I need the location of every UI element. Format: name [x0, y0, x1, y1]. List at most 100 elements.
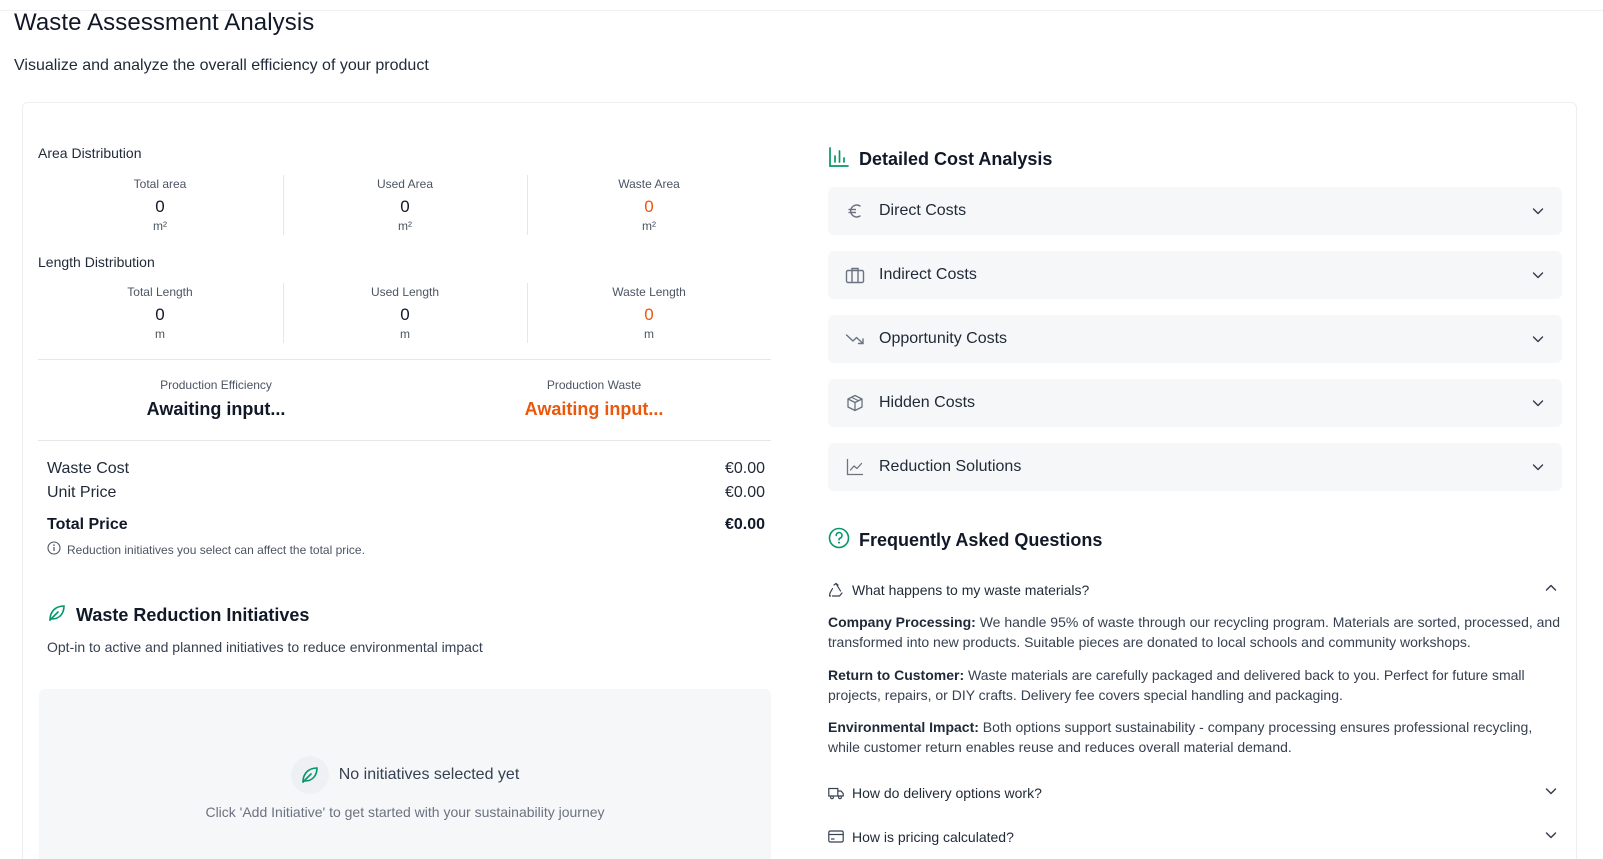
- faq-question-waste-materials[interactable]: What happens to my waste materials?: [828, 581, 1558, 598]
- chevron-down-icon: [1530, 267, 1546, 283]
- credit-card-icon: [828, 829, 844, 845]
- waste-cost-label: Waste Cost: [47, 460, 130, 477]
- used-area-metric: Used Area 0 m²: [283, 177, 527, 233]
- chevron-up-icon: [1544, 581, 1558, 598]
- total-price-row: Total Price €0.00: [47, 516, 765, 534]
- metric-value: 0: [644, 305, 654, 324]
- answer-bold: Return to Customer:: [828, 667, 965, 683]
- faq-answer-company-processing: Company Processing: We handle 95% of was…: [828, 612, 1563, 652]
- metric-label: Total area: [133, 177, 187, 191]
- waste-cost-row: Waste Cost €0.00: [47, 460, 765, 478]
- divider: [38, 359, 771, 360]
- faq-title: Frequently Asked Questions: [859, 530, 1103, 550]
- metric-value: 0: [400, 197, 410, 216]
- accordion-hidden-costs[interactable]: Hidden Costs: [828, 379, 1562, 427]
- waste-length-metric: Waste Length 0 m: [527, 285, 771, 341]
- metric-value: 0: [155, 197, 165, 216]
- total-length-metric: Total Length 0 m: [38, 285, 282, 341]
- recycle-icon: [828, 582, 844, 598]
- chevron-down-icon: [1530, 331, 1546, 347]
- metric-value: 0: [155, 305, 165, 324]
- trending-down-icon: [844, 328, 866, 350]
- chevron-down-icon: [1544, 784, 1558, 801]
- faq-question-delivery-options[interactable]: How do delivery options work?: [828, 784, 1558, 801]
- metric-unit: m²: [153, 219, 167, 233]
- cost-analysis-title: Detailed Cost Analysis: [859, 149, 1053, 169]
- metric-value: 0: [400, 305, 410, 324]
- faq-question-label: What happens to my waste materials?: [852, 581, 1090, 598]
- leaf-icon: [290, 756, 329, 794]
- accordion-label: Hidden Costs: [879, 394, 976, 411]
- help-circle-icon: [828, 527, 850, 554]
- faq-answer-return-to-customer: Return to Customer: Waste materials are …: [828, 665, 1563, 705]
- line-chart-icon: [844, 456, 866, 478]
- accordion-label: Indirect Costs: [879, 266, 977, 283]
- leaf-icon: [47, 603, 67, 628]
- initiatives-heading: Waste Reduction Initiatives: [47, 603, 309, 628]
- chevron-down-icon: [1530, 395, 1546, 411]
- faq-heading: Frequently Asked Questions: [828, 527, 1102, 554]
- unit-price-label: Unit Price: [47, 484, 117, 501]
- metric-label: Waste Length: [612, 285, 686, 299]
- answer-bold: Environmental Impact:: [828, 719, 979, 735]
- total-price-value: €0.00: [724, 516, 765, 533]
- metric-unit: m²: [642, 219, 656, 233]
- initiatives-subtitle: Opt-in to active and planned initiatives…: [47, 639, 483, 655]
- metric-unit: m²: [398, 219, 412, 233]
- area-distribution-label: Area Distribution: [38, 145, 142, 161]
- production-waste-value: Awaiting input...: [524, 399, 664, 419]
- pricing-note-text: Reduction initiatives you select can aff…: [67, 542, 365, 557]
- waste-cost-value: €0.00: [724, 460, 765, 477]
- total-area-metric: Total area 0 m²: [38, 177, 282, 233]
- pricing-note: Reduction initiatives you select can aff…: [47, 541, 365, 558]
- page-subtitle: Visualize and analyze the overall effici…: [14, 57, 429, 74]
- production-efficiency-value: Awaiting input...: [146, 399, 286, 419]
- divider: [38, 440, 771, 441]
- production-efficiency-label: Production Efficiency: [160, 378, 272, 392]
- metric-label: Used Area: [376, 177, 434, 191]
- page-title: Waste Assessment Analysis: [14, 9, 315, 36]
- used-length-metric: Used Length 0 m: [283, 285, 527, 341]
- cost-analysis-heading: Detailed Cost Analysis: [828, 146, 1052, 173]
- empty-state-title: No initiatives selected yet: [39, 756, 771, 794]
- answer-bold: Company Processing:: [828, 614, 976, 630]
- accordion-indirect-costs[interactable]: Indirect Costs: [828, 251, 1562, 299]
- info-icon: [47, 541, 61, 558]
- chevron-down-icon: [1544, 828, 1558, 845]
- chevron-down-icon: [1530, 203, 1546, 219]
- accordion-direct-costs[interactable]: Direct Costs: [828, 187, 1562, 235]
- unit-price-value: €0.00: [724, 484, 765, 501]
- metric-label: Waste Area: [618, 177, 680, 191]
- empty-state-subtitle: Click 'Add Initiative' to get started wi…: [205, 804, 605, 820]
- unit-price-row: Unit Price €0.00: [47, 484, 765, 502]
- metric-unit: m: [644, 327, 654, 341]
- total-price-label: Total Price: [47, 516, 128, 533]
- initiatives-title: Waste Reduction Initiatives: [76, 605, 310, 625]
- euro-icon: [844, 200, 866, 222]
- accordion-opportunity-costs[interactable]: Opportunity Costs: [828, 315, 1562, 363]
- waste-area-metric: Waste Area 0 m²: [527, 177, 771, 233]
- briefcase-icon: [844, 264, 866, 286]
- length-distribution-label: Length Distribution: [38, 254, 155, 270]
- faq-question-pricing[interactable]: How is pricing calculated?: [828, 828, 1558, 845]
- production-waste-label: Production Waste: [546, 378, 642, 392]
- faq-answer-environmental-impact: Environmental Impact: Both options suppo…: [828, 717, 1563, 757]
- initiatives-empty-state: No initiatives selected yet Click 'Add I…: [39, 689, 771, 859]
- production-efficiency: Production Efficiency Awaiting input...: [27, 378, 405, 420]
- faq-question-label: How is pricing calculated?: [852, 828, 1014, 845]
- accordion-label: Opportunity Costs: [879, 330, 1008, 347]
- bar-chart-icon: [828, 146, 850, 173]
- accordion-label: Reduction Solutions: [879, 458, 1022, 475]
- accordion-label: Direct Costs: [879, 202, 967, 219]
- empty-state-title-text: No initiatives selected yet: [338, 766, 520, 783]
- metric-label: Used Length: [370, 285, 440, 299]
- production-waste: Production Waste Awaiting input...: [405, 378, 783, 420]
- truck-icon: [828, 785, 844, 801]
- faq-question-label: How do delivery options work?: [852, 784, 1042, 801]
- metric-unit: m: [155, 327, 165, 341]
- metric-value: 0: [644, 197, 654, 216]
- chevron-down-icon: [1530, 459, 1546, 475]
- accordion-reduction-solutions[interactable]: Reduction Solutions: [828, 443, 1562, 491]
- metric-label: Total Length: [127, 285, 193, 299]
- metric-unit: m: [400, 327, 410, 341]
